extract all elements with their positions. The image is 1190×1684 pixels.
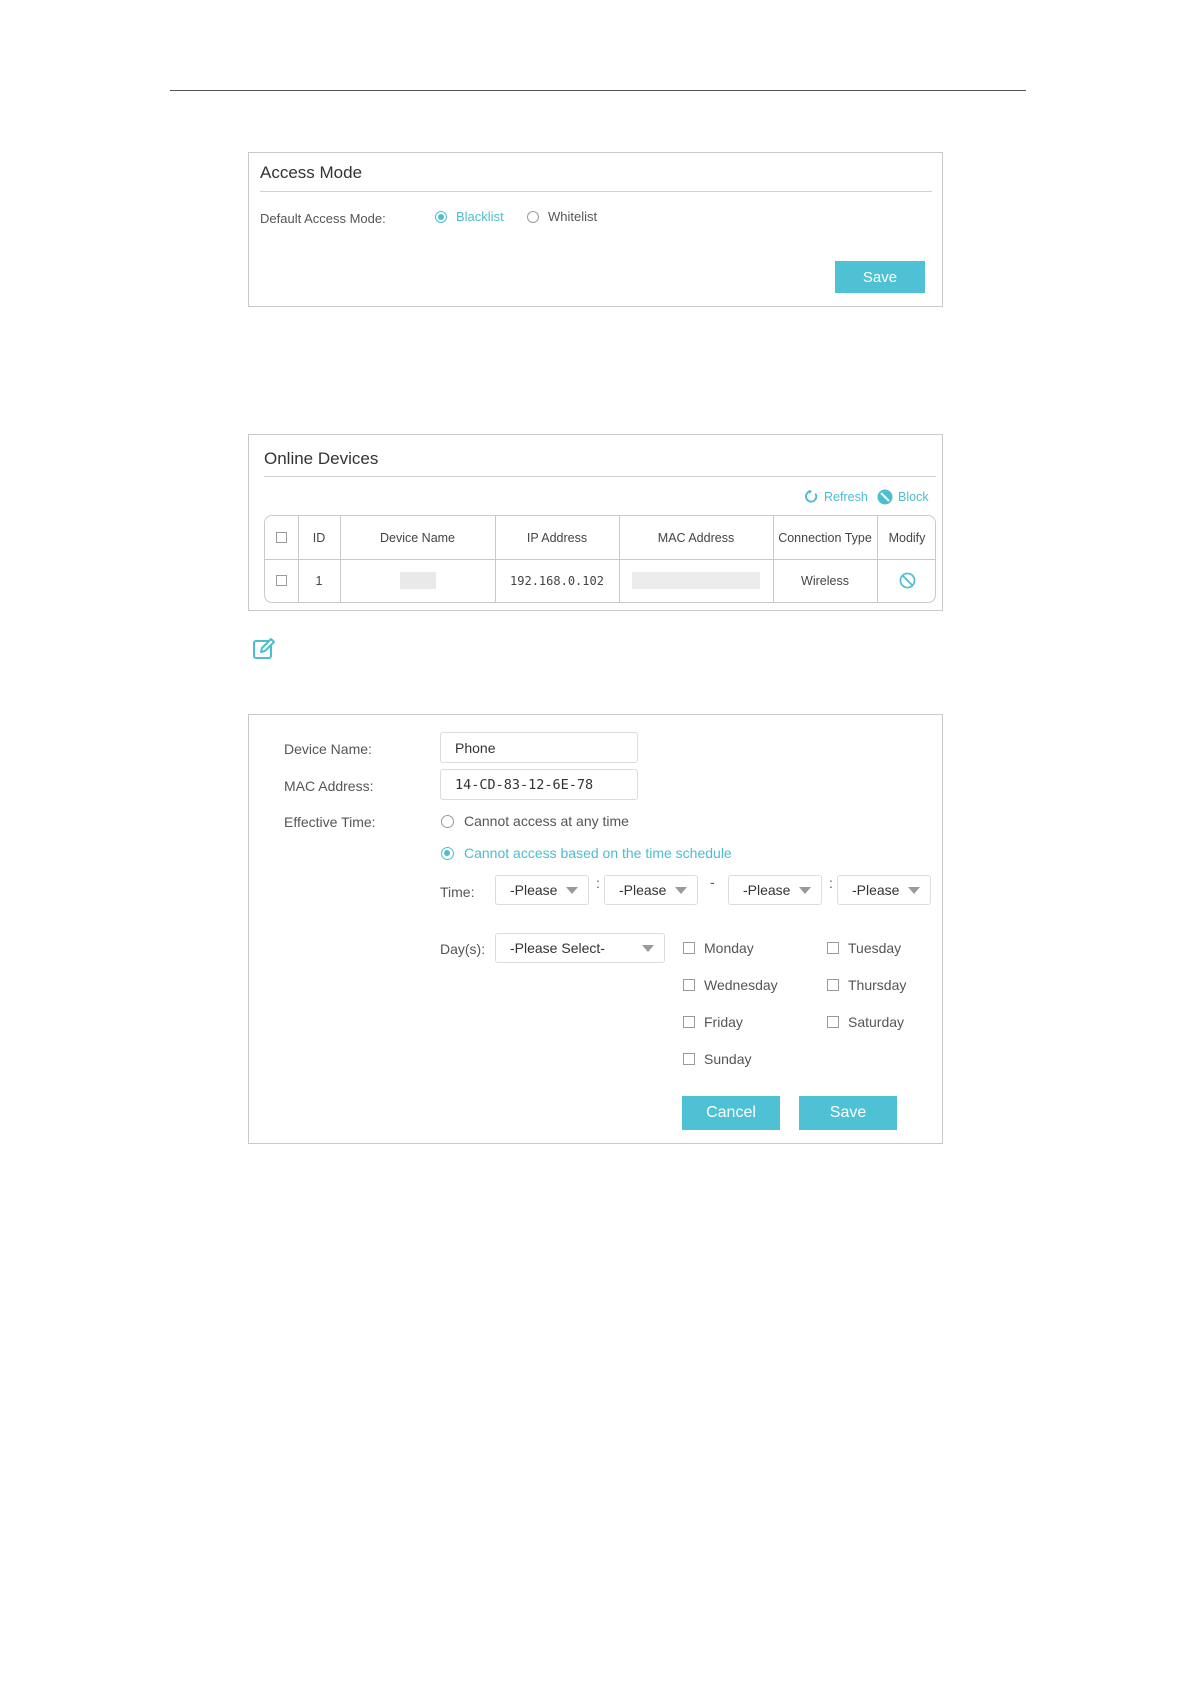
device-name-redacted (399, 572, 436, 589)
day-saturday-checkbox[interactable] (827, 1016, 839, 1028)
access-mode-save-button[interactable]: Save (835, 261, 925, 293)
column-header-modify: Modify (888, 530, 926, 545)
refresh-link[interactable]: Refresh (804, 489, 868, 504)
access-mode-panel: Access Mode Default Access Mode: Blackli… (248, 152, 943, 307)
mac-address-redacted (632, 572, 760, 589)
days-select-value: -Please Select- (510, 940, 605, 956)
end-minute-value: -Please (852, 882, 900, 898)
row-id: 1 (315, 573, 323, 588)
edit-icon[interactable] (252, 637, 276, 661)
select-all-cell (265, 516, 298, 559)
day-thursday-label: Thursday (848, 977, 907, 993)
time-range-dash: - (710, 874, 715, 890)
day-saturday[interactable]: Saturday (827, 1014, 904, 1030)
refresh-icon (805, 489, 818, 503)
start-minute-value: -Please (619, 882, 667, 898)
panel-divider (260, 191, 932, 192)
column-header-ip-address: IP Address (526, 530, 588, 545)
day-monday-checkbox[interactable] (683, 942, 695, 954)
day-tuesday[interactable]: Tuesday (827, 940, 901, 956)
schedule-access-option[interactable]: Cannot access based on the time schedule (441, 845, 732, 861)
row-modify-cell (877, 559, 937, 602)
no-access-anytime-label: Cannot access at any time (464, 813, 629, 829)
panel-divider (264, 476, 936, 477)
column-header-device-name: Device Name (379, 530, 456, 545)
page-top-rule (170, 90, 1026, 91)
day-monday-label: Monday (704, 940, 754, 956)
blacklist-radio[interactable] (435, 210, 447, 223)
whitelist-radio[interactable] (527, 210, 539, 223)
select-all-checkbox[interactable] (276, 532, 287, 543)
schedule-access-label: Cannot access based on the time schedule (464, 845, 732, 861)
device-edit-panel: Device Name: Phone MAC Address: 14-CD-83… (248, 714, 943, 1144)
days-label: Day(s): (440, 941, 486, 957)
time-colon: : (596, 875, 600, 891)
day-wednesday[interactable]: Wednesday (683, 977, 778, 993)
day-monday[interactable]: Monday (683, 940, 754, 956)
chevron-down-icon (799, 887, 811, 894)
chevron-down-icon (908, 887, 920, 894)
table-row: 1 192.168.0.102 Wireless (265, 559, 935, 602)
block-icon (877, 489, 893, 505)
column-header-mac-address: MAC Address (657, 530, 735, 545)
block-link[interactable]: Block (877, 489, 929, 505)
day-friday[interactable]: Friday (683, 1014, 743, 1030)
time-label: Time: (440, 884, 475, 900)
end-hour-value: -Please (743, 882, 791, 898)
block-label: Block (898, 490, 929, 504)
schedule-access-radio[interactable] (441, 846, 454, 860)
row-ip-address: 192.168.0.102 (510, 573, 604, 588)
block-device-icon[interactable] (899, 572, 916, 589)
day-thursday[interactable]: Thursday (827, 977, 906, 993)
end-hour-select[interactable]: -Please (728, 875, 822, 905)
day-sunday[interactable]: Sunday (683, 1051, 751, 1067)
whitelist-radio-option[interactable]: Whitelist (527, 209, 597, 224)
effective-time-label: Effective Time: (284, 814, 376, 830)
cancel-button[interactable]: Cancel (682, 1096, 780, 1130)
device-name-field[interactable]: Phone (440, 732, 638, 763)
default-access-mode-label: Default Access Mode: (260, 211, 386, 226)
row-checkbox[interactable] (276, 575, 287, 586)
start-hour-select[interactable]: -Please (495, 875, 589, 905)
day-friday-label: Friday (704, 1014, 743, 1030)
day-saturday-label: Saturday (848, 1014, 905, 1030)
device-name-label: Device Name: (284, 741, 372, 757)
refresh-label: Refresh (824, 489, 868, 504)
days-select[interactable]: -Please Select- (495, 933, 665, 963)
blacklist-label: Blacklist (456, 209, 504, 224)
mac-address-field[interactable]: 14-CD-83-12-6E-78 (440, 769, 638, 800)
time-colon: : (829, 875, 833, 891)
row-connection-type: Wireless (801, 573, 849, 588)
day-sunday-label: Sunday (704, 1051, 752, 1067)
save-button[interactable]: Save (799, 1096, 897, 1130)
start-hour-value: -Please (510, 882, 558, 898)
online-devices-panel: Online Devices Refresh Block ID Device N… (248, 434, 943, 611)
column-header-connection-type: Connection Type (778, 530, 872, 545)
no-access-anytime-option[interactable]: Cannot access at any time (441, 813, 629, 829)
day-tuesday-checkbox[interactable] (827, 942, 839, 954)
row-device-name (340, 559, 495, 602)
column-header-id: ID (312, 530, 326, 545)
chevron-down-icon (642, 945, 654, 952)
whitelist-label: Whitelist (548, 209, 598, 224)
row-mac-address (619, 559, 773, 602)
blacklist-radio-option[interactable]: Blacklist (435, 209, 504, 224)
mac-address-label: MAC Address: (284, 778, 374, 794)
day-wednesday-label: Wednesday (704, 977, 778, 993)
table-header-row: ID Device Name IP Address MAC Address Co… (265, 516, 935, 560)
online-devices-title: Online Devices (264, 449, 379, 468)
day-friday-checkbox[interactable] (683, 1016, 695, 1028)
access-mode-title: Access Mode (260, 163, 363, 182)
no-access-anytime-radio[interactable] (441, 814, 454, 828)
chevron-down-icon (566, 887, 578, 894)
day-thursday-checkbox[interactable] (827, 979, 839, 991)
day-wednesday-checkbox[interactable] (683, 979, 695, 991)
online-devices-table: ID Device Name IP Address MAC Address Co… (264, 515, 936, 603)
day-sunday-checkbox[interactable] (683, 1053, 695, 1065)
day-tuesday-label: Tuesday (848, 940, 902, 956)
chevron-down-icon (675, 887, 687, 894)
start-minute-select[interactable]: -Please (604, 875, 698, 905)
row-select-cell (265, 559, 298, 602)
end-minute-select[interactable]: -Please (837, 875, 931, 905)
